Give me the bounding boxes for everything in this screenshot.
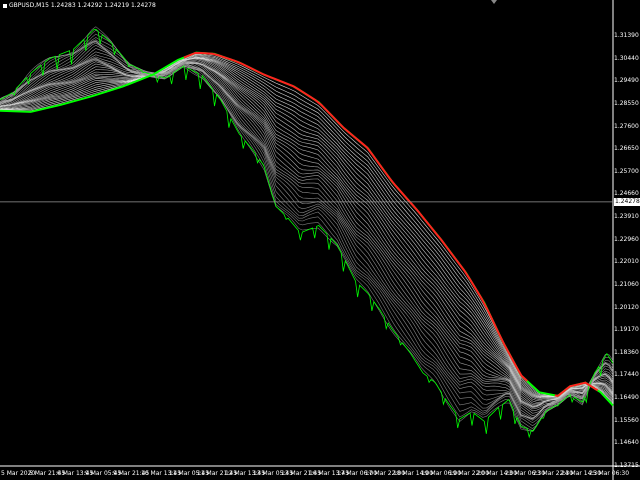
price-tick-label: 1.28550 — [614, 99, 639, 107]
fan-line — [0, 48, 614, 420]
price-tick-label: 1.19170 — [614, 326, 639, 334]
price-tick-label: 1.30440 — [614, 54, 639, 62]
price-tick-label: 1.22960 — [614, 235, 639, 243]
fan-line — [0, 59, 614, 406]
trend-line-rising — [0, 51, 614, 407]
price-tick-label: 1.27600 — [614, 122, 639, 130]
fan-line — [0, 40, 614, 424]
fan-line — [0, 44, 614, 420]
fan-line — [0, 58, 614, 405]
fan-line — [0, 61, 614, 408]
fan-line — [0, 57, 614, 399]
fan-line — [0, 57, 614, 400]
price-tick-label: 1.21060 — [614, 280, 639, 288]
fan-line — [0, 58, 614, 410]
price-tick-label: 1.29490 — [614, 77, 639, 85]
price-tick-label: 1.16490 — [614, 394, 639, 402]
price-chart-canvas[interactable] — [0, 0, 640, 480]
fan-line — [0, 55, 614, 400]
fan-line — [0, 54, 614, 403]
symbol-square-icon — [3, 3, 7, 8]
shift-marker-icon[interactable] — [491, 0, 497, 4]
price-tick-label: 1.26650 — [614, 145, 639, 153]
fan-line — [0, 56, 614, 398]
current-price-label: 1.24278 — [614, 197, 640, 206]
price-tick-label: 1.18360 — [614, 348, 639, 356]
fan-line — [0, 57, 614, 399]
fan-line — [0, 26, 614, 432]
price-tick-label: 1.22010 — [614, 258, 639, 266]
price-tick-label: 1.17440 — [614, 371, 639, 379]
fan-line — [0, 59, 614, 408]
price-tick-label: 1.15560 — [614, 416, 639, 424]
price-tick-label: 1.14640 — [614, 439, 639, 447]
price-tick-label: 1.24660 — [614, 190, 639, 198]
price-tick-label: 1.20120 — [614, 303, 639, 311]
fan-line — [0, 54, 614, 417]
fan-line — [0, 54, 614, 401]
fan-line — [0, 60, 614, 407]
price-tick-label: 1.25700 — [614, 167, 639, 175]
price-tick-label: 1.23910 — [614, 213, 639, 221]
fan-line — [0, 61, 614, 407]
fan-line — [0, 53, 614, 405]
chart-window[interactable]: GBPUSD,M15 1.24283 1.24292 1.24219 1.242… — [0, 0, 640, 480]
symbol-info-label: GBPUSD,M15 1.24283 1.24292 1.24219 1.242… — [3, 2, 156, 9]
fan-line — [0, 39, 614, 427]
price-tick-label: 1.13715 — [614, 462, 639, 469]
fan-line — [0, 42, 614, 420]
time-tick-label: 25 Mar 06:30 — [589, 470, 630, 477]
symbol-info-text: GBPUSD,M15 1.24283 1.24292 1.24219 1.242… — [9, 2, 156, 9]
price-tick-label: 1.31390 — [614, 32, 639, 39]
fan-line — [0, 57, 614, 412]
